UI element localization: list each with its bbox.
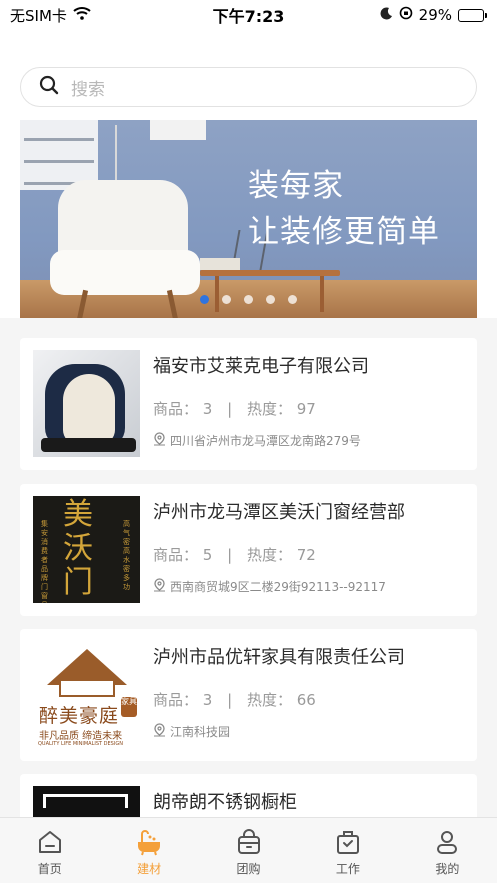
- battery-icon: [458, 8, 487, 22]
- goods-label: 商品：: [153, 546, 199, 564]
- logo-stamp: 家具: [121, 697, 137, 717]
- address-text: 四川省泸州市龙马潭区龙南路279号: [170, 434, 361, 448]
- stats-separator: |: [227, 400, 233, 418]
- briefcase-icon: [334, 828, 362, 856]
- store-name: 福安市艾莱克电子有限公司: [153, 356, 369, 377]
- tab-home[interactable]: 首页: [0, 818, 99, 883]
- tab-group-buy[interactable]: 团购: [199, 818, 298, 883]
- banner-title: 装每家: [248, 168, 344, 204]
- tab-work[interactable]: 工作: [298, 818, 397, 883]
- heat-count: 72: [296, 546, 316, 564]
- bottom-tab-bar: 首页 建材 团购 工作 我的: [0, 817, 497, 883]
- poster-text: 集安消费者品牌门窗品: [41, 520, 48, 603]
- status-left: 无SIM卡: [10, 5, 91, 26]
- user-icon: [433, 828, 461, 856]
- banner-table-leg: [320, 276, 324, 312]
- tab-label: 团购: [236, 862, 261, 876]
- banner-table-image: [200, 270, 340, 276]
- poster-text: 高气密高水密多功: [123, 520, 130, 591]
- logo-english: QUALITY LIFE MINIMALIST DESIGN: [38, 741, 123, 747]
- goods-count: 3: [202, 691, 213, 709]
- massage-chair-image: [33, 350, 140, 457]
- carousel-dot[interactable]: [200, 295, 209, 304]
- heat-label: 热度：: [246, 546, 292, 564]
- store-address: 江南科技园: [153, 723, 230, 740]
- banner-carousel[interactable]: 装每家 让装修更简单: [20, 120, 477, 318]
- heat-label: 热度：: [246, 400, 292, 418]
- poster-text: 美沃门: [63, 497, 93, 600]
- stats-separator: |: [227, 546, 233, 564]
- header-area: 搜索 装每家 让装修更简单: [0, 30, 497, 318]
- status-bar: 无SIM卡 下午7:23 29%: [0, 0, 497, 30]
- store-card[interactable]: 美沃门 集安消费者品牌门窗品 高气密高水密多功 泸州市龙马潭区美沃门窗经营部 商…: [20, 484, 477, 616]
- banner-lamp-image: [115, 125, 117, 185]
- banner-subtitle: 让装修更简单: [248, 214, 440, 250]
- tab-label: 工作: [335, 862, 360, 876]
- goods-count: 3: [202, 400, 213, 418]
- address-text: 江南科技园: [170, 725, 231, 739]
- banner-lamp-shade: [150, 120, 206, 140]
- tab-building-materials[interactable]: 建材: [99, 818, 198, 883]
- heat-count: 66: [296, 691, 316, 709]
- search-icon: [39, 75, 59, 99]
- carousel-dots: [200, 295, 297, 304]
- store-card[interactable]: 醉美豪庭 家具 非凡品质 缔造未来 QUALITY LIFE MINIMALIS…: [20, 629, 477, 761]
- address-text: 西南商贸城9区二楼29街92113--92117: [170, 580, 386, 594]
- store-stats: 商品： 3 | 热度： 66: [153, 689, 316, 710]
- store-name: 泸州市龙马潭区美沃门窗经营部: [153, 502, 405, 523]
- location-pin-icon: [153, 578, 166, 595]
- orientation-lock-icon: [399, 6, 413, 24]
- store-name: 泸州市品优轩家具有限责任公司: [153, 647, 405, 668]
- bathtub-icon: [135, 828, 163, 856]
- tab-profile[interactable]: 我的: [398, 818, 497, 883]
- banner-table-leg: [215, 276, 219, 312]
- goods-count: 5: [202, 546, 213, 564]
- carousel-dot[interactable]: [266, 295, 275, 304]
- carousel-dot[interactable]: [288, 295, 297, 304]
- logo-slogan: 非凡品质 缔造未来: [39, 731, 123, 742]
- furniture-logo: 醉美豪庭 家具 非凡品质 缔造未来 QUALITY LIFE MINIMALIS…: [33, 641, 140, 748]
- store-name: 朗帝朗不锈钢橱柜: [153, 792, 297, 813]
- goods-label: 商品：: [153, 400, 199, 418]
- carousel-dot[interactable]: [244, 295, 253, 304]
- heat-count: 97: [296, 400, 316, 418]
- tab-label: 我的: [435, 862, 460, 876]
- store-address: 四川省泸州市龙马潭区龙南路279号: [153, 432, 361, 449]
- tab-label: 首页: [37, 862, 62, 876]
- banner-books-image: [200, 258, 240, 270]
- store-stats: 商品： 3 | 热度： 97: [153, 398, 316, 419]
- logo-text: 醉美豪庭: [39, 705, 120, 727]
- door-window-poster: 美沃门 集安消费者品牌门窗品 高气密高水密多功: [33, 496, 140, 603]
- store-address: 西南商贸城9区二楼29街92113--92117: [153, 578, 386, 595]
- tab-label: 建材: [137, 862, 162, 876]
- banner-armchair-seat: [50, 250, 200, 295]
- location-pin-icon: [153, 432, 166, 449]
- goods-label: 商品：: [153, 691, 199, 709]
- carrier-label: 无SIM卡: [10, 6, 67, 25]
- store-stats: 商品： 5 | 热度： 72: [153, 544, 316, 565]
- home-icon: [36, 828, 64, 856]
- wifi-icon: [73, 6, 91, 24]
- search-placeholder: 搜索: [71, 79, 105, 100]
- carousel-dot[interactable]: [222, 295, 231, 304]
- search-input[interactable]: 搜索: [20, 67, 477, 107]
- location-pin-icon: [153, 723, 166, 740]
- heat-label: 热度：: [246, 691, 292, 709]
- store-card[interactable]: 福安市艾莱克电子有限公司 商品： 3 | 热度： 97 四川省泸州市龙马潭区龙南…: [20, 338, 477, 470]
- shopping-bag-icon: [235, 828, 263, 856]
- battery-percent: 29%: [418, 6, 452, 24]
- moon-icon: [380, 6, 393, 24]
- status-right: 29%: [380, 6, 487, 24]
- stats-separator: |: [227, 691, 233, 709]
